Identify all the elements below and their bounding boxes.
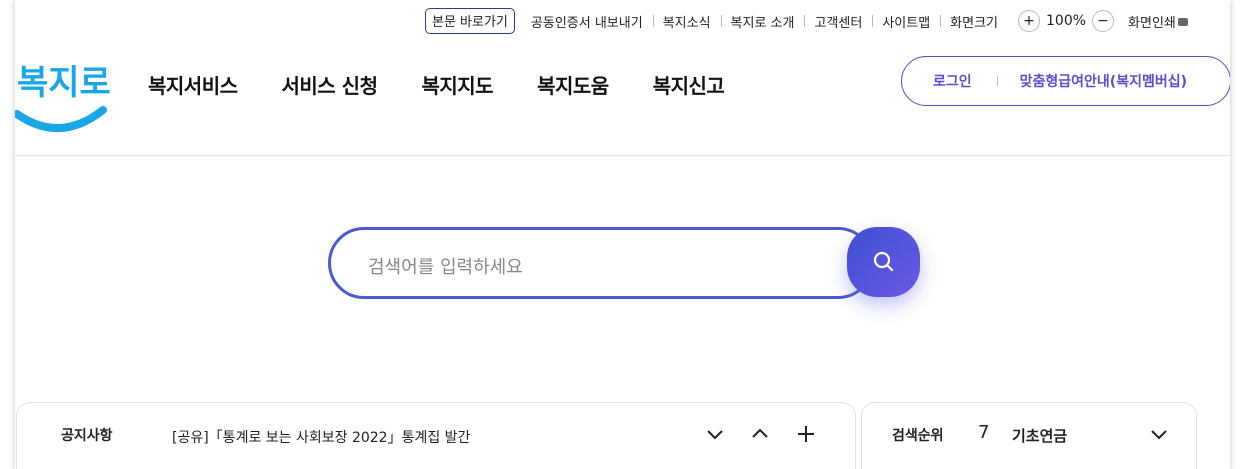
membership-link[interactable]: 맞춤형급여안내(복지멤버십) (1020, 71, 1187, 91)
ranking-label: 검색순위 (892, 428, 944, 444)
welfare-news-link[interactable]: 복지소식 (652, 12, 721, 31)
member-box: 로그인 맞춤형급여안내(복지멤버십) (901, 56, 1230, 106)
nav-welfare-help[interactable]: 복지도움 (537, 70, 609, 99)
about-link[interactable]: 복지로 소개 (720, 12, 805, 31)
search-input[interactable]: 검색어를 입력하세요 (368, 253, 523, 279)
site-logo[interactable]: 복지로 (15, 52, 110, 142)
ranking-term[interactable]: 기초연금 (1012, 425, 1067, 446)
logo-text: 복지로 (17, 63, 110, 103)
nav-welfare-service[interactable]: 복지서비스 (148, 70, 238, 99)
customer-center-link[interactable]: 고객센터 (804, 12, 872, 31)
notice-item[interactable]: [공유]「통계로 보는 사회보장 2022」통계집 발간 (172, 427, 470, 447)
header-divider (15, 155, 1230, 156)
utility-bar: 본문 바로가기 공동인증서 내보내기 복지소식 복지로 소개 고객센터 사이트맵… (425, 8, 1188, 34)
zoom-out-button[interactable]: − (1092, 10, 1115, 32)
page-frame: 본문 바로가기 공동인증서 내보내기 복지소식 복지로 소개 고객센터 사이트맵… (15, 0, 1230, 469)
printer-icon (1177, 18, 1188, 26)
plus-icon[interactable] (797, 425, 815, 443)
search-button[interactable] (847, 227, 920, 297)
ranking-number: 7 (978, 422, 990, 443)
print-button[interactable]: 화면인쇄 (1114, 12, 1188, 31)
login-link[interactable]: 로그인 (933, 71, 972, 91)
divider (996, 76, 998, 86)
main-nav: 복지서비스 서비스 신청 복지지도 복지도움 복지신고 (148, 70, 725, 99)
zoom-in-button[interactable]: + (1018, 10, 1040, 32)
search-box[interactable]: 검색어를 입력하세요 (328, 227, 874, 299)
chevron-down-icon[interactable] (706, 425, 724, 443)
nav-welfare-report[interactable]: 복지신고 (653, 70, 725, 99)
zoom-level: 100% (1046, 13, 1087, 29)
screen-size-label: 화면크기 (940, 12, 1008, 31)
search-icon (873, 251, 893, 272)
logo-smile-icon (15, 106, 107, 133)
nav-welfare-map[interactable]: 복지지도 (421, 70, 493, 99)
cert-export-link[interactable]: 공동인증서 내보내기 (521, 12, 653, 31)
zoom-controls: + 100% − (1008, 10, 1115, 32)
chevron-down-icon[interactable] (1150, 425, 1168, 443)
search-ranking-panel: 검색순위 7 기초연금 (861, 402, 1197, 469)
print-label: 화면인쇄 (1128, 15, 1176, 31)
nav-service-apply[interactable]: 서비스 신청 (282, 70, 378, 99)
notice-label: 공지사항 (61, 428, 113, 444)
sitemap-link[interactable]: 사이트맵 (872, 12, 940, 31)
chevron-up-icon[interactable] (751, 425, 769, 443)
notice-panel: 공지사항 [공유]「통계로 보는 사회보장 2022」통계집 발간 (16, 402, 856, 469)
skip-to-content-link[interactable]: 본문 바로가기 (425, 8, 515, 34)
